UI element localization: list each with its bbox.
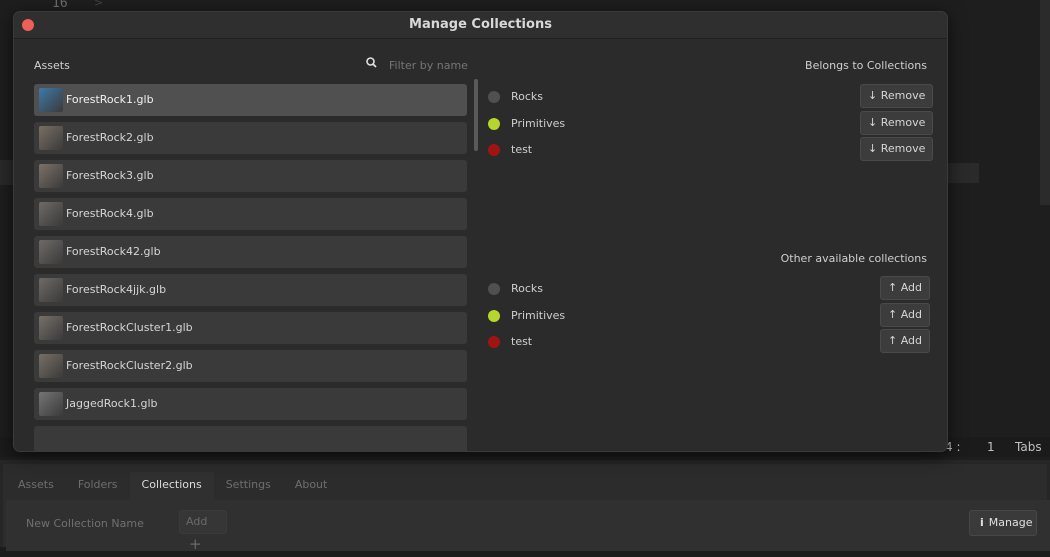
dialog-title: Manage Collections: [409, 17, 552, 32]
list-item[interactable]: ForestRock1.glb: [34, 84, 467, 116]
asset-name: ForestRock3.glb: [66, 169, 154, 182]
asset-name: ForestRock4.glb: [66, 207, 154, 220]
collection-name: test: [511, 143, 533, 156]
arrow-up-icon: ↑: [888, 281, 901, 294]
manage-collections-dialog: Manage Collections Assets ForestRock1.gl…: [13, 11, 948, 452]
asset-name: JaggedRock1.glb: [66, 397, 158, 410]
asset-thumbnail: [39, 316, 63, 340]
info-icon: i: [980, 516, 984, 529]
asset-name: ForestRockCluster1.glb: [66, 321, 193, 334]
asset-thumbnail: [39, 88, 63, 112]
collection-color-dot: [488, 336, 500, 348]
list-item[interactable]: ForestRock2.glb: [34, 122, 467, 154]
list-item[interactable]: ForestRockCluster2.glb: [34, 350, 467, 382]
asset-name: ForestRock4jjk.glb: [66, 283, 167, 296]
list-item[interactable]: JaggedRock1.glb: [34, 388, 467, 420]
dialog-titlebar: Manage Collections: [14, 12, 947, 39]
button-label: Remove: [880, 89, 926, 102]
tab-collections[interactable]: Collections: [129, 472, 214, 500]
collections-panel: New Collection Name Add + i Manage: [6, 500, 1050, 553]
editor-scrollbar[interactable]: [1040, 0, 1050, 205]
asset-name: ForestRock1.glb: [66, 93, 154, 106]
asset-list-scrollbar[interactable]: [474, 79, 478, 151]
new-collection-input[interactable]: New Collection Name: [26, 517, 144, 530]
button-label: Remove: [880, 142, 926, 155]
arrow-down-icon: ↓: [868, 142, 881, 155]
asset-name: ForestRock42.glb: [66, 245, 161, 258]
list-item[interactable]: ForestRockCluster1.glb: [34, 312, 467, 344]
asset-thumbnail: [39, 354, 63, 378]
add-label: Add: [186, 515, 208, 528]
asset-list: ForestRock1.glb ForestRock2.glb ForestRock…: [34, 84, 468, 451]
arrow-down-icon: ↓: [868, 115, 881, 129]
asset-thumbnail: [39, 202, 63, 226]
fold-arrow-icon: >: [94, 0, 104, 9]
other-row: test ↑ Add: [488, 329, 931, 353]
filter-input[interactable]: [389, 59, 479, 72]
collection-name: Primitives: [511, 116, 566, 130]
list-item[interactable]: [34, 426, 467, 451]
button-label: Add: [900, 281, 923, 294]
bottom-panel-inner: Assets Folders Collections Settings Abou…: [3, 464, 1050, 553]
add-button[interactable]: ↑ Add: [880, 329, 931, 353]
collection-color-dot: [488, 309, 500, 322]
panel-tabs: Assets Folders Collections Settings Abou…: [6, 472, 339, 500]
remove-button[interactable]: ↓ Remove: [860, 110, 934, 135]
status-line: 1: [987, 440, 995, 454]
collection-color-dot: [488, 91, 500, 103]
tab-about[interactable]: About: [283, 472, 340, 500]
button-label: Add: [900, 307, 923, 321]
list-item[interactable]: ForestRock42.glb: [34, 236, 467, 268]
manage-label: Manage: [988, 516, 1033, 529]
add-button[interactable]: ↑ Add: [880, 276, 931, 300]
remove-button[interactable]: ↓ Remove: [860, 137, 934, 161]
asset-name: ForestRock2.glb: [66, 131, 154, 144]
other-row: Rocks ↑ Add: [488, 276, 931, 300]
arrow-down-icon: ↓: [868, 89, 881, 102]
list-item[interactable]: ForestRock4jjk.glb: [34, 274, 467, 306]
belongs-row: test ↓ Remove: [488, 137, 934, 161]
add-collection-button[interactable]: Add +: [179, 510, 227, 553]
collection-color-dot: [488, 117, 500, 130]
bottom-panel: Assets Folders Collections Settings Abou…: [0, 460, 1050, 553]
status-indent[interactable]: Tabs: [1015, 440, 1042, 454]
collection-name: Rocks: [511, 282, 544, 295]
asset-thumbnail: [39, 278, 63, 302]
asset-name: ForestRockCluster2.glb: [66, 359, 193, 372]
asset-thumbnail: [39, 392, 63, 416]
button-label: Remove: [880, 115, 926, 129]
belongs-row: Rocks ↓ Remove: [488, 84, 934, 108]
remove-button[interactable]: ↓ Remove: [860, 84, 934, 108]
collection-name: test: [511, 335, 533, 348]
asset-thumbnail: [39, 240, 63, 264]
arrow-up-icon: ↑: [888, 334, 901, 347]
add-button[interactable]: ↑ Add: [880, 302, 931, 327]
other-row: Primitives ↑ Add: [488, 302, 931, 327]
list-item[interactable]: ForestRock4.glb: [34, 198, 467, 230]
button-label: Add: [900, 334, 923, 347]
collection-name: Primitives: [511, 308, 566, 322]
asset-thumbnail: [39, 126, 63, 150]
collection-color-dot: [488, 283, 500, 295]
editor-highlight: [0, 160, 14, 185]
search-icon: [366, 57, 377, 68]
tab-assets[interactable]: Assets: [6, 472, 66, 500]
arrow-up-icon: ↑: [888, 307, 901, 321]
other-collections-heading: Other available collections: [780, 252, 927, 265]
tab-settings[interactable]: Settings: [214, 472, 283, 500]
plus-icon: +: [189, 535, 202, 553]
collection-name: Rocks: [511, 90, 544, 103]
belongs-row: Primitives ↓ Remove: [488, 110, 934, 135]
line-number: 16: [52, 0, 68, 11]
editor-line-highlight: [947, 163, 979, 183]
asset-thumbnail: [39, 164, 63, 188]
assets-heading: Assets: [34, 59, 70, 72]
collection-color-dot: [488, 144, 500, 156]
tab-folders[interactable]: Folders: [66, 472, 130, 500]
belongs-heading: Belongs to Collections: [805, 59, 927, 72]
list-item[interactable]: ForestRock3.glb: [34, 160, 467, 192]
manage-button[interactable]: i Manage: [969, 510, 1037, 536]
